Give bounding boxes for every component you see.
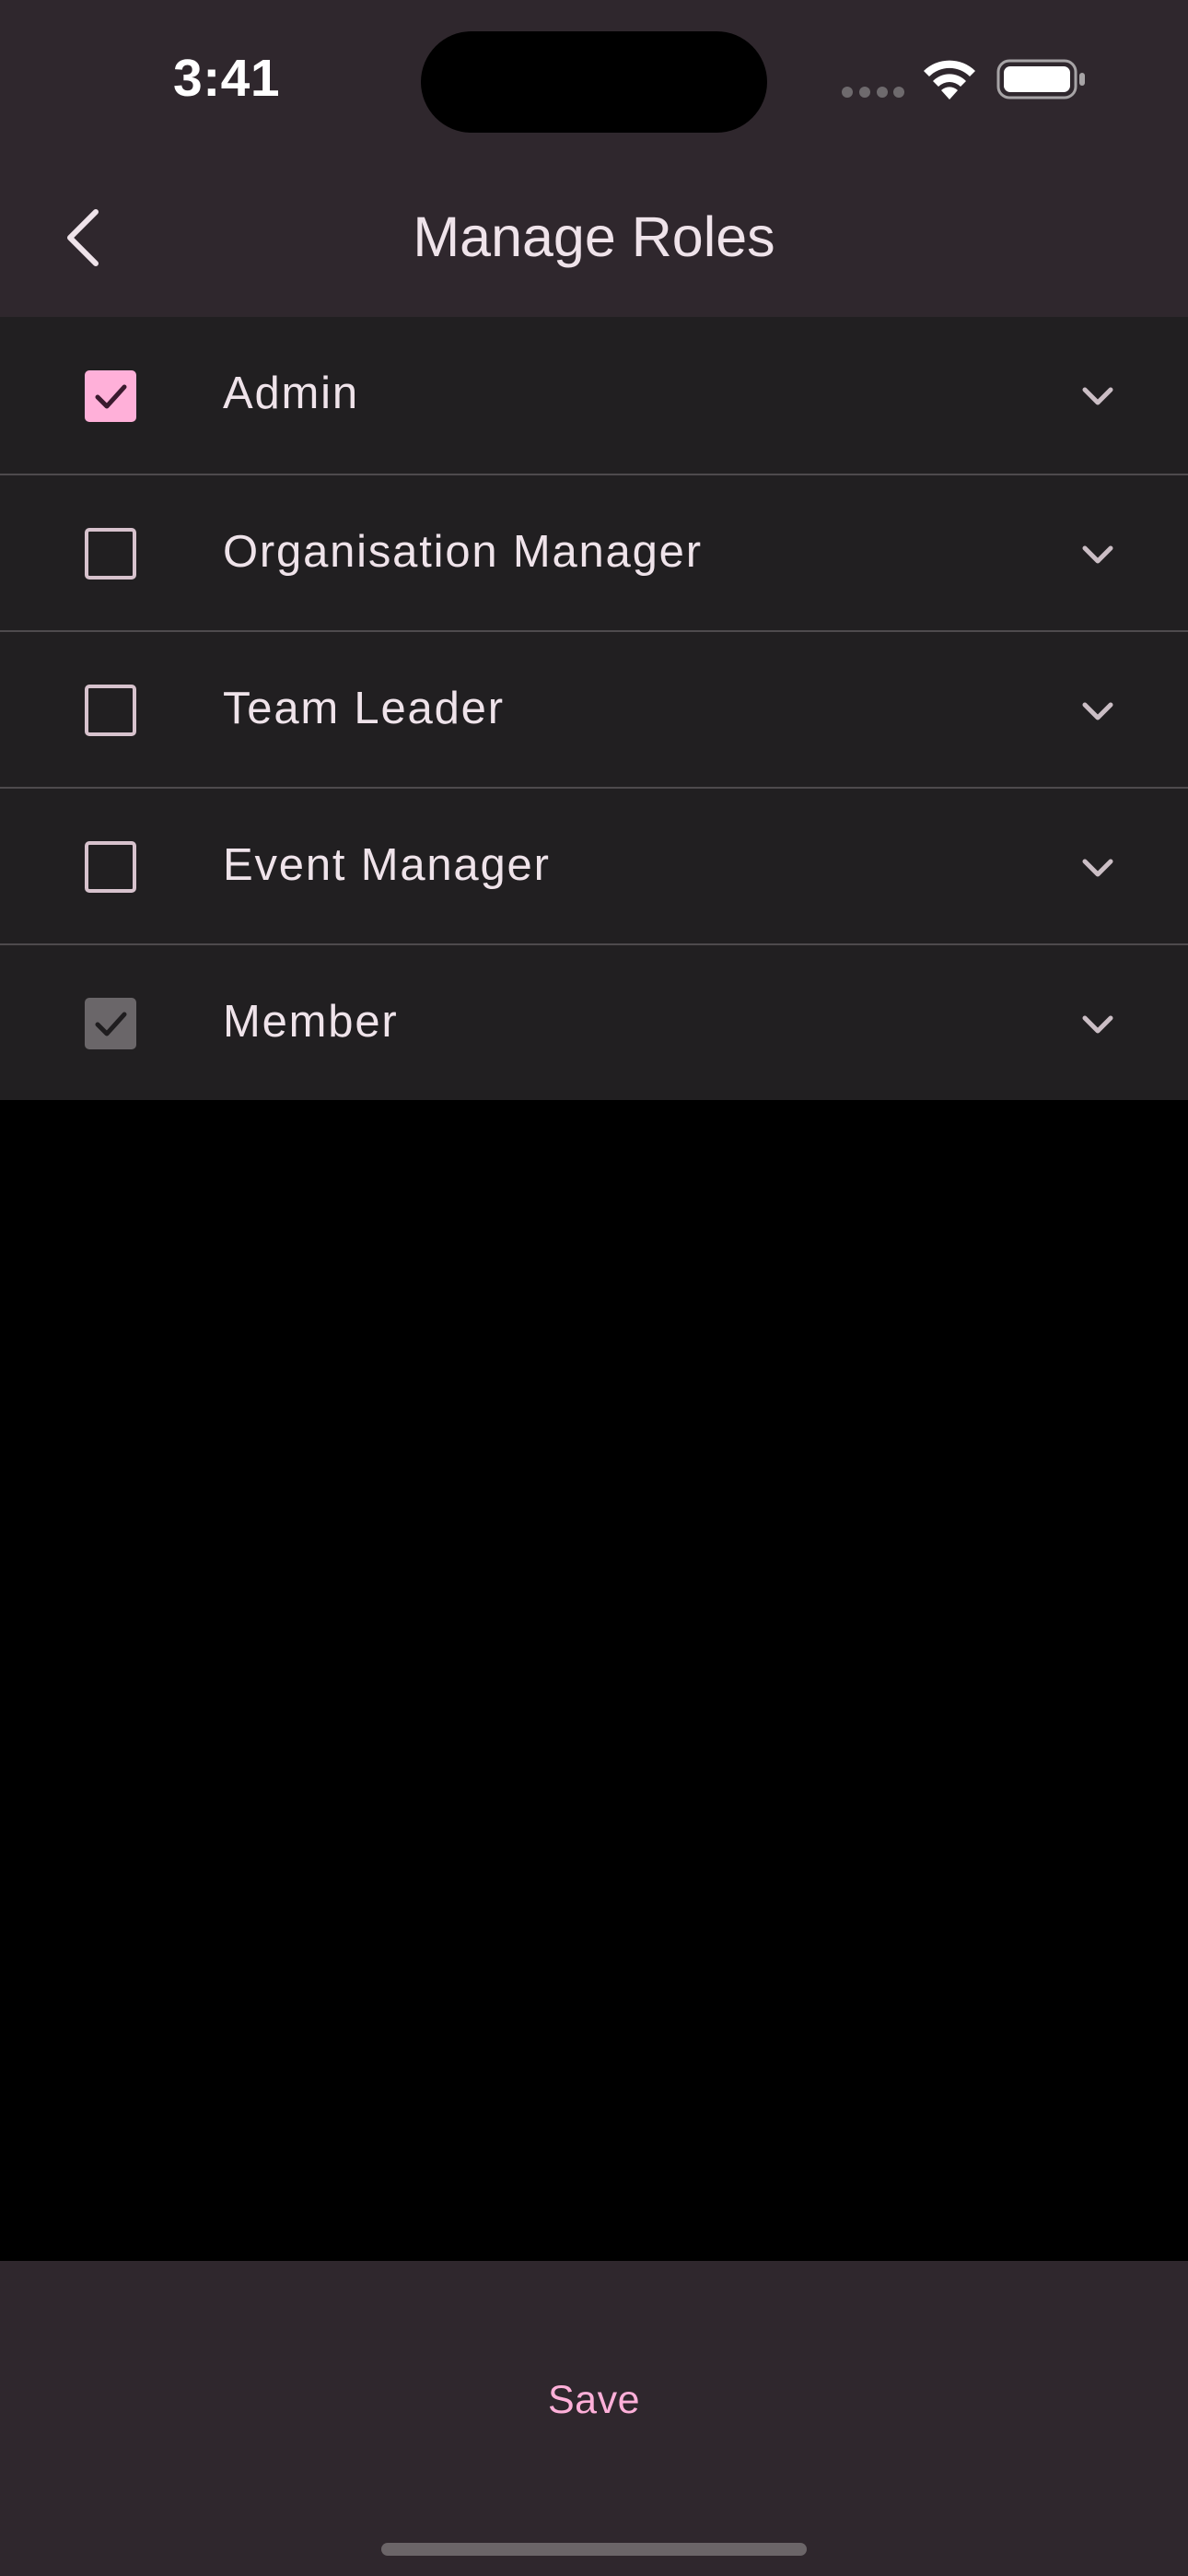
chevron-down-icon[interactable] xyxy=(1076,1004,1120,1045)
role-checkbox-event-manager[interactable] xyxy=(85,841,136,893)
role-label: Team Leader xyxy=(223,684,505,733)
roles-list: Admin Organisation Manager Team Leader E… xyxy=(0,317,1188,1100)
role-checkbox-admin[interactable] xyxy=(85,370,136,422)
role-label: Event Manager xyxy=(223,840,551,890)
cellular-signal-icon xyxy=(842,87,904,98)
role-checkbox-team-leader[interactable] xyxy=(85,685,136,736)
chevron-down-icon[interactable] xyxy=(1076,691,1120,732)
role-row-event-manager[interactable]: Event Manager xyxy=(0,787,1188,943)
role-checkbox-organisation-manager[interactable] xyxy=(85,528,136,580)
status-bar: 3:41 xyxy=(0,0,1188,158)
chevron-down-icon[interactable] xyxy=(1076,848,1120,888)
role-row-admin[interactable]: Admin xyxy=(0,317,1188,474)
chevron-down-icon[interactable] xyxy=(1076,534,1120,575)
screen: 3:41 Manage Roles Admin Organisation Man… xyxy=(0,0,1188,2576)
role-label: Organisation Manager xyxy=(223,527,703,577)
dynamic-island xyxy=(421,31,767,133)
role-row-organisation-manager[interactable]: Organisation Manager xyxy=(0,474,1188,630)
page-title: Manage Roles xyxy=(413,205,775,268)
save-button[interactable]: Save xyxy=(479,2349,709,2451)
app-header: Manage Roles xyxy=(0,158,1188,317)
check-icon xyxy=(95,1012,127,1036)
wifi-icon xyxy=(924,60,975,100)
bottom-bar: Save xyxy=(0,2261,1188,2576)
check-icon xyxy=(95,384,127,409)
role-label: Admin xyxy=(223,369,359,418)
chevron-down-icon[interactable] xyxy=(1076,376,1120,416)
battery-icon xyxy=(996,59,1085,100)
role-row-team-leader[interactable]: Team Leader xyxy=(0,630,1188,787)
role-label: Member xyxy=(223,997,399,1047)
role-row-member[interactable]: Member xyxy=(0,943,1188,1100)
role-checkbox-member xyxy=(85,998,136,1049)
status-time: 3:41 xyxy=(173,49,281,108)
home-indicator[interactable] xyxy=(381,2543,807,2556)
